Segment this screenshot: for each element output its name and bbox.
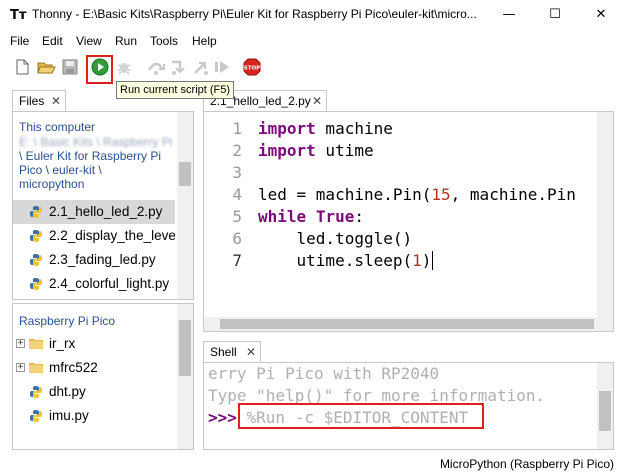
run-tooltip: Run current script (F5) — [116, 81, 235, 99]
line-number-gutter: 1 2 3 4 5 6 7 — [204, 112, 254, 304]
computer-path-line-2: \ Euler Kit for Raspberry Pi — [19, 149, 162, 163]
code-editor[interactable]: 1 2 3 4 5 6 7 import machine import utim… — [203, 111, 614, 332]
python-file-icon — [30, 206, 42, 218]
expand-icon[interactable]: + — [16, 363, 25, 372]
close-window-button[interactable]: ✕ — [578, 0, 624, 30]
menu-file[interactable]: File — [10, 34, 29, 48]
code-line[interactable]: led.toggle() — [258, 228, 413, 250]
debug-icon[interactable] — [114, 57, 134, 77]
code-line[interactable]: import utime — [258, 140, 374, 162]
shell-vertical-scrollbar[interactable] — [597, 363, 613, 449]
step-over-icon[interactable] — [146, 57, 166, 77]
python-file-icon — [30, 410, 42, 422]
open-file-icon[interactable] — [36, 57, 56, 77]
shell-output-line: erry Pi Pico with RP2040 — [208, 364, 440, 383]
scrollbar-thumb[interactable] — [599, 391, 611, 431]
menu-edit[interactable]: Edit — [42, 34, 63, 48]
file-name: dht.py — [49, 384, 86, 399]
device-heading[interactable]: Raspberry Pi Pico — [19, 314, 115, 328]
editor-horizontal-scrollbar[interactable] — [204, 317, 613, 331]
code-line[interactable]: while True: — [258, 206, 364, 228]
computer-path-line-4[interactable]: micropython — [19, 177, 84, 191]
shell-tab-label: Shell — [210, 345, 237, 359]
computer-heading[interactable]: This computer — [19, 120, 95, 134]
editor-vertical-scrollbar[interactable] — [597, 112, 613, 317]
folder-icon — [29, 363, 43, 373]
files-tab-label: Files — [19, 94, 45, 108]
code-line[interactable]: led = machine.Pin(15, machine.Pin — [258, 184, 576, 206]
thonny-app-icon: Tт — [10, 8, 27, 23]
computer-path-line-1: E: \ Basic Kits \ Raspberry Pi — [19, 135, 173, 149]
scrollbar-thumb[interactable] — [179, 162, 191, 186]
list-item[interactable]: imu.py — [13, 404, 175, 428]
svg-text:STOP: STOP — [244, 66, 260, 72]
tab-files[interactable]: Files ✕ — [12, 90, 66, 112]
scrollbar-thumb[interactable] — [220, 319, 594, 329]
file-name: 2.3_fading_led.py — [49, 252, 156, 267]
list-item[interactable]: + mfrc522 — [13, 356, 175, 380]
computer-files-panel: This computer E: \ Basic Kits \ Raspberr… — [12, 111, 194, 300]
line-number: 6 — [232, 229, 242, 248]
list-item[interactable]: 2.1_hello_led_2.py — [13, 200, 175, 224]
folder-name: ir_rx — [49, 336, 76, 351]
menu-view[interactable]: View — [76, 34, 102, 48]
python-file-icon — [30, 230, 42, 242]
menu-bar: File Edit View Run Tools Help — [0, 30, 624, 52]
new-file-icon[interactable] — [12, 57, 32, 77]
maximize-button[interactable]: ☐ — [532, 0, 578, 30]
status-bar: MicroPython (Raspberry Pi Pico) — [0, 452, 624, 476]
menu-run[interactable]: Run — [115, 34, 137, 48]
resume-icon[interactable] — [212, 57, 232, 77]
device-files-panel: Raspberry Pi Pico + ir_rx + mfrc522 dht.… — [12, 303, 194, 450]
step-into-icon[interactable] — [168, 57, 188, 77]
close-icon[interactable]: ✕ — [312, 91, 322, 111]
python-file-icon — [30, 386, 42, 398]
window-title: Thonny - E:\Basic Kits\Raspberry Pi\Eule… — [32, 7, 477, 21]
tab-shell[interactable]: Shell ✕ — [203, 341, 261, 363]
folder-icon — [29, 339, 43, 349]
code-line[interactable]: import machine — [258, 118, 393, 140]
file-name: 2.1_hello_led_2.py — [49, 204, 163, 219]
shell-tab-strip: Shell ✕ — [203, 341, 613, 363]
list-item[interactable]: 2.3_fading_led.py — [13, 248, 175, 272]
editor-tab-strip: 2.1_hello_led_2.py ✕ — [203, 90, 613, 112]
line-number: 4 — [232, 185, 242, 204]
step-out-icon[interactable] — [190, 57, 210, 77]
line-number: 1 — [232, 119, 242, 138]
minimize-button[interactable]: — — [486, 0, 532, 30]
interpreter-status[interactable]: MicroPython (Raspberry Pi Pico) — [440, 457, 614, 471]
line-number: 5 — [232, 207, 242, 226]
python-file-icon — [30, 254, 42, 266]
scrollbar-thumb[interactable] — [179, 320, 191, 376]
expand-icon[interactable]: + — [16, 339, 25, 348]
list-item[interactable]: 2.4_colorful_light.py — [13, 272, 175, 296]
list-item[interactable]: 2.2_display_the_leve — [13, 224, 175, 248]
text-cursor — [432, 251, 434, 270]
line-number: 2 — [232, 141, 242, 160]
folder-name: mfrc522 — [49, 360, 98, 375]
list-item[interactable]: dht.py — [13, 380, 175, 404]
menu-help[interactable]: Help — [192, 34, 217, 48]
file-name: 2.2_display_the_leve — [49, 228, 175, 243]
stop-icon[interactable]: STOP — [242, 57, 262, 77]
shell-command-highlight — [238, 403, 484, 429]
computer-path-line-3: Pico \ euler-kit \ — [19, 163, 102, 177]
list-item[interactable]: + ir_rx — [13, 332, 175, 356]
python-file-icon — [30, 278, 42, 290]
files-vertical-scrollbar[interactable] — [177, 112, 193, 299]
menu-tools[interactable]: Tools — [150, 34, 178, 48]
title-bar: Tт Thonny - E:\Basic Kits\Raspberry Pi\E… — [0, 0, 624, 30]
code-line[interactable]: utime.sleep(1) — [258, 250, 434, 272]
line-number: 3 — [232, 163, 242, 182]
file-name: 2.4_colorful_light.py — [49, 276, 170, 291]
save-file-icon[interactable] — [60, 57, 80, 77]
close-icon[interactable]: ✕ — [246, 342, 256, 362]
file-name: imu.py — [49, 408, 89, 423]
close-icon[interactable]: ✕ — [51, 91, 61, 111]
device-vertical-scrollbar[interactable] — [177, 304, 193, 449]
run-button-highlight — [86, 55, 113, 84]
line-number: 7 — [232, 251, 242, 270]
